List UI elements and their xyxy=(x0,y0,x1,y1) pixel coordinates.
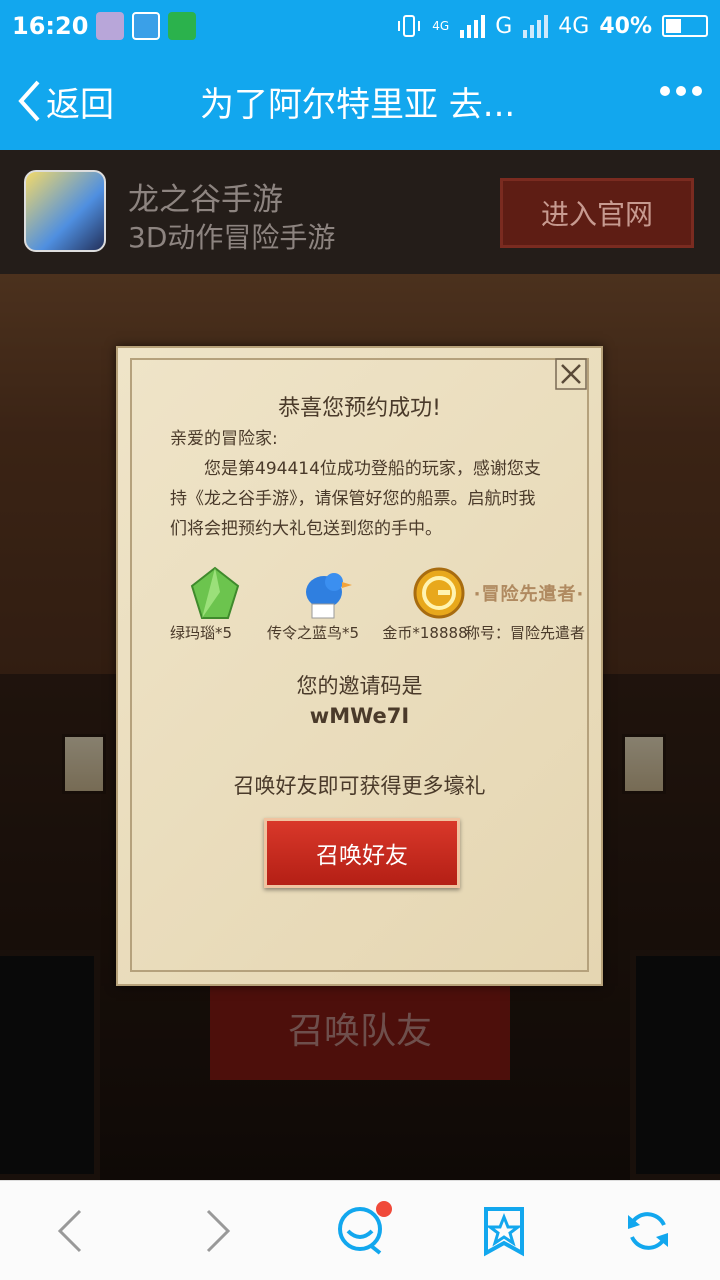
chevron-left-icon xyxy=(18,80,40,122)
chat-bubble-icon xyxy=(132,12,161,40)
refresh-icon[interactable] xyxy=(620,1203,676,1259)
web-content: 召唤队友 龙之谷手游 3D动作冒险手游 进入官网 恭喜您预约成功! 亲爱的冒险家… xyxy=(0,150,720,1180)
emerald-icon xyxy=(190,566,240,619)
reward-label: 称号：冒险先遣者 xyxy=(464,624,585,642)
dialog-greeting: 亲爱的冒险家: xyxy=(170,429,278,449)
reward-item: 传令之蓝鸟*5 xyxy=(258,566,368,642)
battery-percent: 40% xyxy=(599,13,652,39)
mask-app-icon xyxy=(96,12,125,40)
reward-item: 绿玛瑙*5 xyxy=(146,566,256,642)
dragon-nest-app-icon xyxy=(24,170,106,252)
signal-icon xyxy=(460,15,486,38)
screen: 16:20 4G G 4G 40% 返回 为了阿尔特里亚 去... 召唤队友 龙… xyxy=(0,0,720,1280)
network-label-2: G xyxy=(495,13,513,39)
back-label: 返回 xyxy=(46,84,114,125)
title-badge-icon: ·冒险先遣者· xyxy=(473,584,585,605)
app-subtitle: 3D动作冒险手游 xyxy=(128,221,336,254)
summon-hint: 召唤好友即可获得更多壕礼 xyxy=(233,774,486,798)
close-icon[interactable] xyxy=(555,358,587,390)
forward-arrow-icon[interactable] xyxy=(188,1203,244,1259)
nav-bar: 返回 为了阿尔特里亚 去... xyxy=(0,52,720,150)
dialog-body-line-3: 们将会把预约大礼包送到您的手中。 xyxy=(170,519,442,539)
reward-list: 绿玛瑙*5 传令之蓝鸟*5 金币*18888 ·冒险先遣者· 称号：冒险先遣者 xyxy=(152,566,592,646)
page-title: 为了阿尔特里亚 去... xyxy=(200,84,516,125)
dialog-body-line-2: 持《龙之谷手游》，请保管好您的船票。启航时我 xyxy=(170,489,536,509)
blue-bird-icon xyxy=(305,573,352,619)
back-arrow-icon[interactable] xyxy=(44,1203,100,1259)
vibrate-icon xyxy=(398,15,421,37)
official-site-button[interactable]: 进入官网 xyxy=(500,178,694,248)
more-menu-button[interactable] xyxy=(660,86,702,96)
status-time: 16:20 xyxy=(12,12,89,40)
more-dot-icon xyxy=(676,86,686,96)
back-button[interactable]: 返回 xyxy=(0,52,114,150)
app-banner: 龙之谷手游 3D动作冒险手游 进入官网 xyxy=(0,150,720,274)
dialog-title: 恭喜您预约成功! xyxy=(278,396,441,421)
dialog-body-line-1: 您是第494414位成功登船的玩家，感谢您支 xyxy=(204,459,541,479)
bookmark-star-icon[interactable] xyxy=(476,1203,532,1259)
more-dot-icon xyxy=(692,86,702,96)
reservation-success-dialog: 恭喜您预约成功! 亲爱的冒险家: 您是第494414位成功登船的玩家，感谢您支 … xyxy=(116,346,603,986)
network-label-3: 4G xyxy=(558,13,590,39)
battery-icon xyxy=(662,15,708,37)
flag-app-icon xyxy=(168,12,197,40)
browser-toolbar xyxy=(0,1180,720,1280)
gold-coin-icon xyxy=(413,567,465,619)
summon-friends-button[interactable]: 召唤好友 xyxy=(264,818,460,888)
network-label-1: 4G xyxy=(432,19,450,33)
notification-dot xyxy=(376,1201,392,1217)
invite-code: wMWe7I xyxy=(309,704,410,728)
invite-code-label: 您的邀请码是 xyxy=(296,674,423,698)
signal-icon-2 xyxy=(523,15,549,38)
status-bar: 16:20 4G G 4G 40% xyxy=(0,0,720,52)
more-dot-icon xyxy=(660,86,670,96)
app-name: 龙之谷手游 xyxy=(128,182,283,218)
